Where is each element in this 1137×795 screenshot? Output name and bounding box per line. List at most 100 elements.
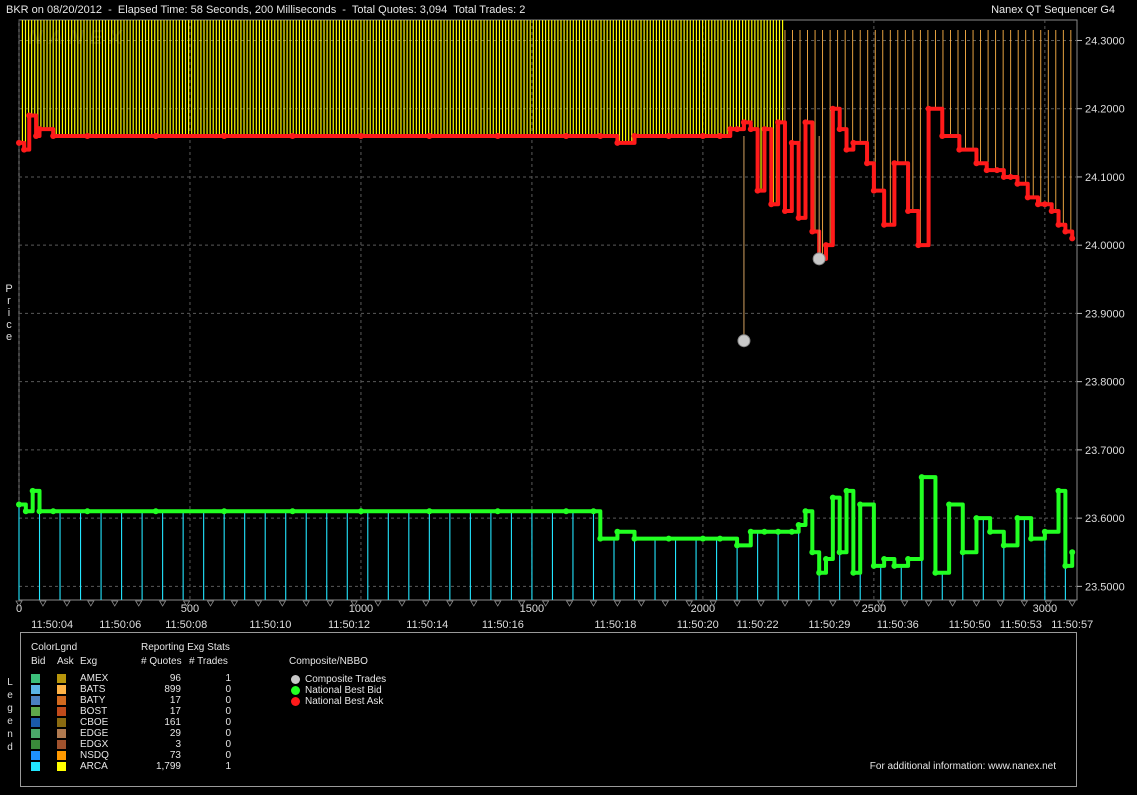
x-seq-label: 1000 — [349, 603, 373, 615]
ask-point — [754, 187, 761, 194]
composite-dot — [291, 697, 300, 706]
bid-point — [84, 508, 91, 515]
bid-col-label: Bid — [31, 656, 46, 667]
seq-marker — [374, 600, 382, 607]
composite-dot — [291, 686, 300, 695]
bid-point — [843, 487, 850, 494]
ask-swatch — [57, 751, 66, 760]
ask-point — [870, 187, 877, 194]
ask-point — [740, 119, 747, 126]
ask-point — [50, 133, 57, 139]
bid-point — [1028, 535, 1035, 542]
seq-marker — [565, 600, 574, 607]
y-tick-label: 23.5000 — [1085, 581, 1125, 593]
x-time-label: 11:50:10 — [249, 619, 291, 631]
reporting-label: Reporting Exg Stats — [141, 642, 230, 653]
x-seq-label: 0 — [16, 603, 22, 615]
x-time-label: 11:50:12 — [328, 619, 370, 631]
composite-label-item: National Best Bid — [305, 685, 382, 696]
ask-point — [775, 119, 782, 126]
ask-point — [1055, 221, 1062, 228]
exg-name: EDGX — [80, 739, 109, 750]
seq-marker — [446, 600, 454, 607]
footer-link[interactable]: For additional information: www.nanex.ne… — [870, 761, 1056, 772]
bid-point — [809, 549, 816, 556]
y-title-letter: i — [8, 307, 10, 319]
bid-swatch — [31, 751, 40, 760]
legend-side-letter: L — [7, 677, 13, 688]
ask-point — [925, 105, 932, 112]
bid-point — [850, 569, 857, 576]
x-time-label: 11:50:36 — [877, 619, 919, 631]
seq-marker — [613, 600, 622, 607]
ask-point — [864, 160, 871, 167]
ask-point — [614, 139, 621, 146]
seq-marker — [757, 600, 765, 607]
bid-point — [22, 508, 29, 515]
exg-quotes: 29 — [169, 728, 181, 739]
bid-point — [29, 487, 36, 494]
seq-marker — [230, 600, 239, 607]
bid-point — [857, 501, 864, 508]
seq-marker — [781, 600, 789, 607]
y-tick-label: 23.9000 — [1085, 308, 1125, 320]
exg-quotes: 73 — [169, 750, 181, 761]
exg-quotes: 17 — [169, 695, 181, 706]
legend-side-letter: d — [7, 742, 13, 753]
bid-point — [1062, 562, 1069, 569]
seq-marker — [900, 600, 909, 607]
legend-panel: ColorLgnd Reporting Exg Stats Bid Ask Ex… — [20, 632, 1077, 787]
ask-point — [494, 133, 501, 139]
bid-point — [836, 549, 843, 556]
bid-point — [357, 508, 364, 515]
seq-marker — [470, 600, 478, 607]
bid-point — [761, 528, 768, 535]
bid-point — [788, 528, 795, 535]
y-title-letter: c — [6, 319, 12, 331]
y-title-letter: r — [7, 295, 11, 307]
bid-point — [699, 535, 706, 542]
seq-marker — [326, 600, 334, 607]
exg-quotes: 1,799 — [155, 761, 181, 772]
bid-point — [802, 508, 809, 515]
bid-point — [973, 515, 980, 522]
ask-point — [747, 126, 754, 133]
legend-side-letter: g — [7, 703, 13, 714]
y-tick-label: 23.6000 — [1085, 513, 1125, 525]
seq-marker — [134, 600, 143, 607]
ask-point — [665, 133, 672, 139]
ask-point — [357, 133, 364, 139]
bid-point — [1014, 515, 1021, 522]
bid-point — [590, 508, 597, 515]
exg-name: AMEX — [80, 673, 109, 684]
ask-point — [836, 126, 843, 133]
seq-marker — [302, 600, 310, 607]
seq-marker — [972, 600, 981, 607]
seq-marker — [733, 600, 741, 607]
seq-marker — [494, 600, 502, 607]
ask-point — [1062, 228, 1069, 235]
ask-point — [84, 133, 91, 139]
ask-point — [36, 126, 43, 133]
ask-point — [1014, 180, 1021, 187]
y-tick-label: 24.0000 — [1085, 240, 1125, 252]
bid-swatch — [31, 707, 40, 716]
colorlgnd-label: ColorLgnd — [31, 642, 78, 653]
seq-marker — [87, 600, 95, 607]
composite-label: Composite/NBBO — [289, 656, 368, 667]
ask-point — [1007, 173, 1014, 180]
ask-point — [152, 133, 159, 139]
y-tick-label: 23.7000 — [1085, 445, 1125, 457]
exg-trades: 0 — [225, 739, 231, 750]
y-axis: 24.3000 24.2000 24.1000 24.0000 23.9000 23.80… — [1077, 35, 1125, 593]
bid-point — [891, 562, 898, 569]
bid-swatch — [31, 718, 40, 727]
exg-trades: 0 — [225, 717, 231, 728]
trade-point — [812, 252, 826, 266]
seq-marker — [805, 600, 813, 607]
ask-point — [915, 242, 922, 249]
seq-marker — [1068, 600, 1076, 607]
ask-point — [993, 167, 1000, 174]
exg-quotes: 3 — [175, 739, 181, 750]
exg-quotes: 899 — [164, 684, 181, 695]
